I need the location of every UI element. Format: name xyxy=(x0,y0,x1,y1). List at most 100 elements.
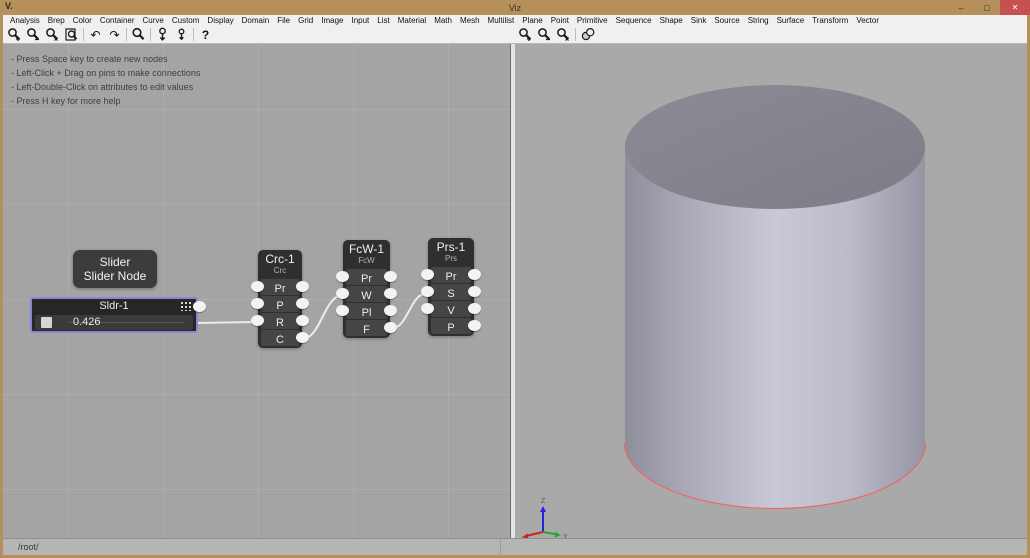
pin-label[interactable]: R xyxy=(276,317,284,329)
output-pin[interactable] xyxy=(468,286,481,297)
zoom-cancel-button[interactable] xyxy=(43,27,62,43)
slider-handle[interactable] xyxy=(41,317,52,328)
display-spheres-button[interactable] xyxy=(578,27,597,43)
output-pin[interactable] xyxy=(384,322,397,333)
output-pin[interactable] xyxy=(468,303,481,314)
wire-slider-to-crc[interactable] xyxy=(197,322,258,323)
pin-label[interactable]: Pr xyxy=(361,273,372,285)
zoom-search-button[interactable] xyxy=(129,27,148,43)
output-pin[interactable] xyxy=(296,298,309,309)
pin-label[interactable]: S xyxy=(447,288,454,300)
pin-label[interactable]: C xyxy=(276,334,284,346)
output-pin[interactable] xyxy=(296,315,309,326)
menu-item[interactable]: Mesh xyxy=(456,16,484,25)
drag-handle-icon[interactable] xyxy=(180,301,193,311)
pin-label[interactable]: P xyxy=(447,322,454,334)
update-pins-button[interactable] xyxy=(153,27,172,43)
viewport-3d[interactable]: Z X Y xyxy=(515,44,1027,538)
menu-item[interactable]: Input xyxy=(347,16,373,25)
zoom-cancel-icon xyxy=(45,27,60,42)
menu-item[interactable]: Container xyxy=(96,16,139,25)
input-pin[interactable] xyxy=(251,298,264,309)
menu-item[interactable]: Grid xyxy=(294,16,317,25)
maximize-button[interactable]: □ xyxy=(974,0,1000,15)
view-zoom-in-button[interactable] xyxy=(516,27,535,43)
pin-label[interactable]: W xyxy=(361,290,371,302)
output-pin[interactable] xyxy=(193,301,206,312)
pin-label[interactable]: F xyxy=(363,324,370,336)
output-pin[interactable] xyxy=(384,305,397,316)
menu-item[interactable]: Surface xyxy=(773,16,809,25)
menu-item[interactable]: Color xyxy=(69,16,96,25)
cylinder-top-face[interactable] xyxy=(625,85,925,209)
menu-item[interactable]: Vector xyxy=(852,16,883,25)
pin-label[interactable]: Pr xyxy=(275,283,286,295)
menu-item[interactable]: File xyxy=(273,16,294,25)
menu-item[interactable]: Multilist xyxy=(484,16,519,25)
menu-item[interactable]: Curve xyxy=(139,16,168,25)
redo-icon: ↷ xyxy=(109,29,119,41)
zoom-out-button[interactable] xyxy=(24,27,43,43)
update-pins-alt-button[interactable] xyxy=(172,27,191,43)
pin-label[interactable]: V xyxy=(447,305,454,317)
node-title: Sldr-1 xyxy=(99,300,128,312)
pin-label[interactable]: Pl xyxy=(362,307,372,319)
input-pin[interactable] xyxy=(336,288,349,299)
menu-item[interactable]: String xyxy=(744,16,773,25)
input-pin[interactable] xyxy=(421,303,434,314)
input-pin[interactable] xyxy=(336,271,349,282)
menu-item[interactable]: Domain xyxy=(238,16,274,25)
output-pin[interactable] xyxy=(468,269,481,280)
node-prs-1[interactable]: Prs-1 Prs Pr S V xyxy=(428,238,474,336)
node-sldr-1[interactable]: Sldr-1 0.426 xyxy=(30,297,198,333)
input-pin[interactable] xyxy=(421,286,434,297)
input-pin[interactable] xyxy=(251,315,264,326)
menu-item[interactable]: Custom xyxy=(168,16,204,25)
menu-item[interactable]: Primitive xyxy=(573,16,612,25)
minimize-button[interactable]: – xyxy=(948,0,974,15)
view-zoom-out-button[interactable] xyxy=(535,27,554,43)
undo-button[interactable]: ↶ xyxy=(86,27,105,43)
magnifier-icon xyxy=(131,27,146,42)
menu-item[interactable]: Image xyxy=(317,16,347,25)
spheres-icon xyxy=(580,27,596,42)
slider-control[interactable]: 0.426 xyxy=(35,315,193,330)
window-title: Viz xyxy=(0,3,1030,13)
view-zoom-cancel-button[interactable] xyxy=(554,27,573,43)
node-fcw-1[interactable]: FcW-1 FcW Pr W Pl xyxy=(343,240,390,338)
pin-label[interactable]: P xyxy=(276,300,283,312)
menu-item[interactable]: Analysis xyxy=(6,16,44,25)
menu-item[interactable]: Shape xyxy=(656,16,687,25)
output-pin[interactable] xyxy=(468,320,481,331)
menu-item[interactable]: Material xyxy=(394,16,430,25)
input-pin[interactable] xyxy=(251,281,264,292)
menu-item[interactable]: Brep xyxy=(44,16,69,25)
slider-value[interactable]: 0.426 xyxy=(73,316,101,328)
menu-item[interactable]: Sink xyxy=(687,16,711,25)
menu-item[interactable]: Sequence xyxy=(612,16,656,25)
output-pin[interactable] xyxy=(384,288,397,299)
node-editor-canvas[interactable]: - Press Space key to create new nodes- L… xyxy=(3,44,510,538)
cylinder-render: Z X Y xyxy=(515,44,1027,538)
zoom-extents-button[interactable] xyxy=(62,27,81,43)
title-bar[interactable]: V. Viz – □ ✕ xyxy=(0,0,1030,15)
output-pin[interactable] xyxy=(296,281,309,292)
node-crc-1[interactable]: Crc-1 Crc Pr P R xyxy=(258,250,302,348)
menu-item[interactable]: Math xyxy=(430,16,456,25)
menu-item[interactable]: Display xyxy=(203,16,237,25)
menu-item[interactable]: Point xyxy=(547,16,573,25)
zoom-in-button[interactable] xyxy=(5,27,24,43)
input-pin[interactable] xyxy=(336,305,349,316)
menu-item[interactable]: List xyxy=(373,16,393,25)
input-pin[interactable] xyxy=(421,269,434,280)
output-pin[interactable] xyxy=(384,271,397,282)
redo-button[interactable]: ↷ xyxy=(105,27,124,43)
pin-label[interactable]: Pr xyxy=(446,271,457,283)
z-axis-arrow xyxy=(540,506,546,512)
menu-item[interactable]: Source xyxy=(710,16,743,25)
menu-item[interactable]: Plane xyxy=(518,16,546,25)
close-button[interactable]: ✕ xyxy=(1000,0,1030,15)
help-button[interactable]: ? xyxy=(196,27,215,43)
output-pin[interactable] xyxy=(296,332,309,343)
menu-item[interactable]: Transform xyxy=(808,16,852,25)
